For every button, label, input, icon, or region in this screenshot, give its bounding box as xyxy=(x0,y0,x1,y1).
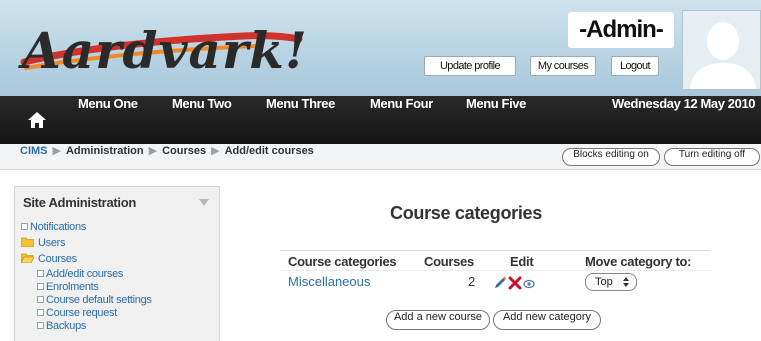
sidebar-item-add-edit-courses[interactable]: Add/edit courses xyxy=(37,268,123,280)
breadcrumb-separator-icon: ▶ xyxy=(52,145,61,157)
delete-icon[interactable] xyxy=(508,276,522,290)
logout-button[interactable]: Logout xyxy=(611,56,659,76)
move-category-select[interactable]: Top xyxy=(585,273,637,291)
col-header-courses: Courses xyxy=(424,254,474,269)
update-profile-button[interactable]: Update profile xyxy=(424,56,516,76)
site-admin-block: Site Administration Notifications Users … xyxy=(14,186,220,341)
breadcrumb-current: Add/edit courses xyxy=(224,145,314,157)
sidebar-item-backups[interactable]: Backups xyxy=(37,320,86,332)
add-category-button[interactable]: Add new category xyxy=(493,310,601,330)
block-title: Site Administration xyxy=(23,195,136,210)
table-top-rule xyxy=(280,250,710,251)
my-courses-button[interactable]: My courses xyxy=(530,56,596,76)
breadcrumb-separator-icon: ▶ xyxy=(148,145,158,157)
edit-actions xyxy=(494,276,540,290)
breadcrumb-bar: CIMS ▶ Administration ▶ Courses ▶ Add/edit cou… xyxy=(0,144,761,170)
nav-menu-five[interactable]: Menu Five xyxy=(466,96,526,144)
sidebar-item-courses[interactable]: Courses xyxy=(21,253,77,265)
sidebar-item-course-request[interactable]: Course request xyxy=(37,307,117,319)
hide-icon[interactable] xyxy=(523,279,535,289)
nav-menu-three[interactable]: Menu Three xyxy=(266,96,335,144)
breadcrumb-separator-icon: ▶ xyxy=(211,145,220,157)
breadcrumb-courses[interactable]: Courses xyxy=(162,145,206,157)
edit-icon[interactable] xyxy=(495,276,507,289)
bullet-icon xyxy=(37,309,44,316)
folder-open-icon xyxy=(21,253,34,263)
sidebar-item-enrolments[interactable]: Enrolments xyxy=(37,281,99,293)
current-date: Wednesday 12 May 2010 xyxy=(612,96,756,111)
col-header-edit: Edit xyxy=(510,254,534,269)
category-link[interactable]: Miscellaneous xyxy=(288,274,370,289)
breadcrumb-cims[interactable]: CIMS xyxy=(20,145,48,157)
turn-editing-off-button[interactable]: Turn editing off xyxy=(664,148,760,166)
bullet-icon xyxy=(37,296,44,303)
blocks-editing-button[interactable]: Blocks editing on xyxy=(562,148,660,166)
bullet-icon xyxy=(21,223,28,230)
site-header: Aardvark! -Admin- Update profile My cour… xyxy=(0,0,761,96)
nav-menu-one[interactable]: Menu One xyxy=(78,96,138,144)
bullet-icon xyxy=(37,283,44,290)
table-header-rule xyxy=(280,270,710,271)
nav-menu-four[interactable]: Menu Four xyxy=(370,96,433,144)
col-header-move: Move category to: xyxy=(585,254,692,269)
breadcrumb-administration[interactable]: Administration xyxy=(66,145,144,157)
collapse-toggle-icon[interactable] xyxy=(199,199,209,207)
aardvark-logo[interactable]: Aardvark! xyxy=(14,10,304,90)
user-name: -Admin- xyxy=(568,12,674,48)
page-title: Course categories xyxy=(390,203,542,223)
avatar[interactable] xyxy=(682,10,761,90)
home-icon[interactable] xyxy=(28,112,46,128)
folder-icon xyxy=(21,237,34,247)
main-nav: Menu One Menu Two Menu Three Menu Four M… xyxy=(0,96,761,144)
bullet-icon xyxy=(37,322,44,329)
col-header-categories: Course categories xyxy=(288,254,397,269)
nav-menu-two[interactable]: Menu Two xyxy=(172,96,232,144)
sidebar-item-notifications[interactable]: Notifications xyxy=(21,221,86,233)
user-silhouette-icon xyxy=(689,22,757,89)
svg-text:Aardvark!: Aardvark! xyxy=(18,21,304,80)
sidebar-item-course-default-settings[interactable]: Course default settings xyxy=(37,294,152,306)
select-arrows-icon xyxy=(623,277,629,287)
sidebar-item-users[interactable]: Users xyxy=(21,237,66,249)
course-count: 2 xyxy=(468,274,476,289)
add-course-button[interactable]: Add a new course xyxy=(386,310,490,330)
bullet-icon xyxy=(37,270,44,277)
breadcrumb: CIMS ▶ Administration ▶ Courses ▶ Add/edit cou… xyxy=(20,144,314,170)
